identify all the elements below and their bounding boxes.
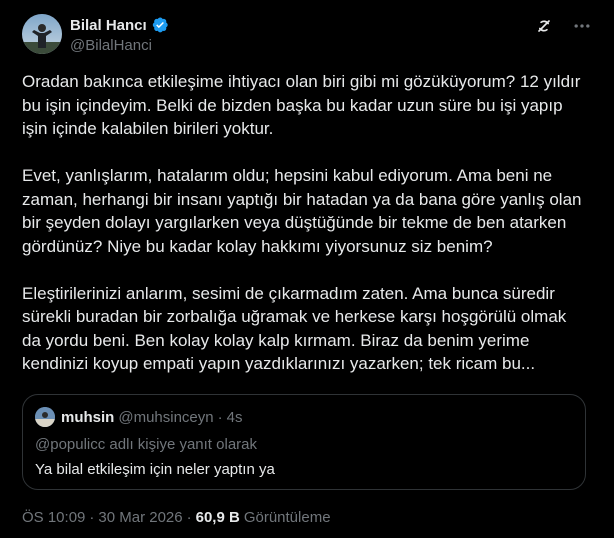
quoted-author-name: muhsin [61,408,115,426]
author-handle[interactable]: @BilalHanci [70,37,169,54]
more-options-icon[interactable] [572,16,592,36]
tweet-time[interactable]: ÖS 10:09 [22,509,85,526]
tweet-text: Oradan bakınca etkileşime ihtiyacı olan … [22,70,582,376]
meta-separator: · [186,509,192,526]
quoted-author-handle: @muhsinceyn [118,408,214,426]
quoted-tweet-header: muhsin @muhsinceyn · 4s [35,407,573,427]
quoted-tweet-text: Ya bilal etkileşim için neler yaptın ya [35,461,275,478]
meta-separator: · [89,509,95,526]
views-count: 60,9 B [195,509,240,526]
quoted-separator: · [217,408,223,426]
quoted-author-avatar [35,407,55,427]
quoted-timestamp: 4s [226,408,243,426]
views-label: Görüntüleme [243,509,331,526]
tweet-date[interactable]: 30 Mar 2026 [98,509,182,526]
verified-badge-icon [151,16,169,34]
grok-icon[interactable] [534,16,554,36]
tweet-meta: ÖS 10:09 · 30 Mar 2026 · 60,9 B Görüntül… [22,509,331,526]
quoted-reply-context: @populicc adlı kişiye yanıt olarak [35,436,257,453]
author-display-name[interactable]: Bilal Hancı [70,17,147,34]
author-header: Bilal Hancı @BilalHanci [70,15,169,54]
author-avatar[interactable] [22,14,62,54]
quoted-tweet[interactable]: muhsin @muhsinceyn · 4s @populicc adlı k… [22,394,586,490]
top-actions [534,16,592,36]
tweet-paragraph: Oradan bakınca etkileşime ihtiyacı olan … [22,72,581,138]
tweet-paragraph: Evet, yanlışlarım, hatalarım oldu; hepsi… [22,166,582,256]
tweet-card: Bilal Hancı @BilalHanci Oradan bakınca e… [0,0,614,538]
tweet-paragraph: Eleştirilerinizi anlarım, sesimi de çıka… [22,283,567,374]
